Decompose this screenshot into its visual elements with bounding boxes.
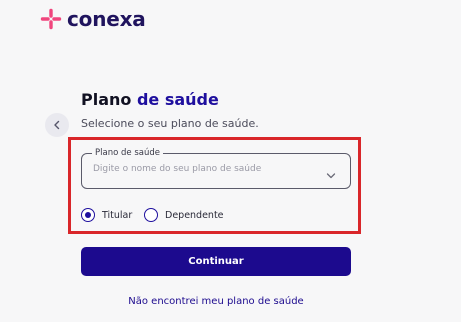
page-title: Plano de saúde (81, 90, 219, 110)
radio-dependente-label: Dependente (165, 209, 224, 221)
health-plan-field[interactable]: Plano de saúde (81, 147, 351, 189)
radio-dot (85, 212, 91, 218)
health-plan-input[interactable] (93, 164, 318, 174)
continue-button[interactable]: Continuar (81, 247, 351, 276)
radio-titular-label: Titular (102, 209, 133, 221)
page-title-part1: Plano (81, 90, 132, 109)
chevron-down-icon[interactable] (326, 166, 336, 185)
page-title-part2: de saúde (136, 90, 219, 109)
brand-logo: conexa (40, 6, 146, 32)
brand-name: conexa (67, 7, 146, 31)
radio-button-unselected[interactable] (144, 208, 158, 222)
radio-titular[interactable]: Titular (81, 207, 132, 223)
radio-dependente[interactable]: Dependente (144, 207, 224, 223)
radio-button-selected[interactable] (81, 208, 95, 222)
sparkle-cross-icon (40, 8, 62, 30)
health-plan-label: Plano de saúde (92, 147, 163, 159)
plan-not-found-link[interactable]: Não encontrei meu plano de saúde (81, 296, 351, 307)
chevron-left-icon (52, 120, 62, 130)
back-button[interactable] (45, 113, 69, 137)
page-subtitle: Selecione o seu plano de saúde. (81, 117, 259, 130)
